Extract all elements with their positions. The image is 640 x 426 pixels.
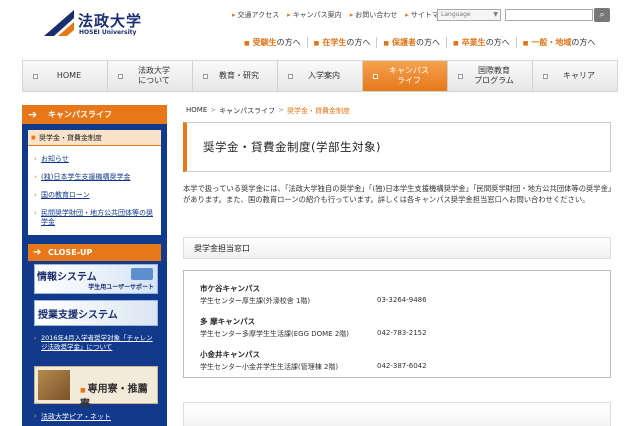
bullet-icon — [33, 74, 38, 79]
chevron-down-icon: ▼ — [493, 11, 498, 18]
university-logo[interactable]: 法政大学 HOSEI University — [44, 10, 164, 38]
campus-name-tama: 多 摩キャンパス — [200, 317, 256, 326]
sidebar-item-selected[interactable]: 奨学金・貸費金制度 — [28, 130, 161, 146]
banner-title: 情報システム — [37, 272, 97, 283]
breadcrumb-separator: > — [278, 106, 284, 114]
office-koganei: 学生センター小金井学生生活課(管理棟 2階) — [200, 363, 339, 371]
nav-item-about[interactable]: 法政大学 について — [108, 61, 193, 91]
banner-dormitory[interactable]: 専用寮・推薦寮 — [34, 366, 158, 410]
nav-item-international[interactable]: 国際教育 プログラム — [448, 61, 533, 91]
page-title: 奨学金・貸費金制度(学部生対象) — [203, 140, 381, 154]
search-button[interactable]: ⌕ — [594, 8, 610, 22]
logo-mark-icon — [44, 10, 74, 36]
util-link-campus[interactable]: キャンパス案内 — [287, 10, 342, 20]
util-link-contact[interactable]: お問い合わせ — [350, 10, 397, 20]
bullet-icon — [458, 74, 463, 79]
campus-name-koganei: 小金井キャンパス — [200, 350, 260, 359]
campus-name-ichigaya: 市ケ谷キャンパス — [200, 284, 260, 293]
breadcrumb-home[interactable]: HOME — [186, 106, 207, 116]
bullet-icon — [203, 74, 208, 79]
banner-class-support[interactable]: 授業支援システム — [34, 300, 158, 326]
nav-item-career[interactable]: キャリア — [533, 61, 617, 91]
banner-subtitle: 学生用ユーザーサポート — [88, 284, 154, 291]
audience-link-alumni[interactable]: 卒業生の方へ — [446, 37, 516, 48]
nav-item-admissions[interactable]: 入学案内 — [278, 61, 363, 91]
bullet-icon — [118, 74, 123, 79]
bullet-icon — [288, 74, 293, 79]
computer-icon — [131, 268, 153, 280]
search-input[interactable] — [505, 9, 593, 21]
audience-link-students[interactable]: 在学生の方へ — [306, 37, 377, 48]
office-tama: 学生センター多摩学生生活課(EGG DOME 2階) — [200, 330, 349, 338]
language-select[interactable]: Language ▼ — [437, 9, 501, 21]
breadcrumb-current: 奨学金・貸費金制度 — [287, 107, 350, 115]
tel-koganei: 042-387-6042 — [377, 362, 427, 370]
closeup-header: ➔ CLOSE-UP — [28, 244, 161, 261]
audience-link-parents[interactable]: 保護者の方へ — [376, 37, 446, 48]
office-ichigaya: 学生センター厚生課(外濠校舎 1階) — [200, 297, 311, 305]
arrow-right-icon: ➔ — [28, 108, 38, 121]
bullet-icon — [543, 74, 548, 79]
audience-link-applicants[interactable]: 受験生の方へ — [238, 37, 307, 48]
sidebar-item-news[interactable]: お知らせ — [34, 155, 158, 164]
nav-item-education[interactable]: 教育・研究 — [193, 61, 278, 91]
util-link-access[interactable]: 交通アクセス — [232, 10, 280, 20]
sidebar-item-private[interactable]: 民間奨学財団・地方公共団体等の奨学金 — [34, 209, 158, 227]
audience-link-public[interactable]: 一般・地域の方へ — [515, 37, 602, 48]
logo-text-en: HOSEI University — [79, 29, 137, 36]
bullet-icon — [373, 74, 378, 79]
main-nav: HOME 法政大学 について 教育・研究 入学案内 キャンパス ライフ 国際教育 プロ… — [22, 60, 618, 92]
audience-links: 受験生の方へ 在学生の方へ 保護者の方へ 卒業生の方へ 一般・地域の方へ — [238, 37, 601, 48]
closeup-peer-net-link[interactable]: 法政大学ピア・ネット — [34, 412, 158, 422]
arrow-right-icon: ➔ — [33, 247, 42, 258]
breadcrumb: HOME > キャンパスライフ > 奨学金・貸費金制度 — [186, 106, 350, 116]
banner-info-system[interactable]: 情報システム 学生用ユーザーサポート — [34, 264, 158, 294]
dormitory-photo — [38, 370, 70, 400]
banner-title: 専用寮・推薦寮 — [80, 380, 157, 410]
utility-links: 交通アクセス キャンパス案内 お問い合わせ サイトマップ — [232, 10, 453, 20]
section-title: 奨学金担当窓口 — [194, 244, 250, 253]
sidebar-title[interactable]: ➔ キャンパスライフ — [22, 105, 167, 124]
breadcrumb-separator: > — [210, 106, 217, 114]
language-select-label: Language — [441, 11, 471, 18]
intro-text: 本学で扱っている奨学金には、「法政大学独自の奨学金」「(独)日本学生支援機構奨学… — [183, 184, 612, 204]
sidebar-item-loan[interactable]: 国の教育ローン — [34, 191, 158, 200]
closeup-news-link[interactable]: 2016年4月入学者奨学対象「チャレンジ法政奨学金」について — [34, 334, 158, 352]
tel-tama: 042-783-2152 — [377, 329, 427, 337]
search-icon: ⌕ — [599, 10, 605, 20]
banner-title: 授業支援システム — [38, 310, 118, 321]
sidebar-item-jasso[interactable]: (独)日本学生支援機構奨学金 — [34, 173, 158, 182]
nav-item-home[interactable]: HOME — [23, 61, 108, 91]
next-section-box — [183, 402, 611, 426]
sidebar-links: お知らせ (独)日本学生支援機構奨学金 国の教育ローン 民間奨学財団・地方公共団… — [34, 155, 158, 236]
nav-item-campus-life[interactable]: キャンパス ライフ — [363, 61, 448, 91]
breadcrumb-parent[interactable]: キャンパスライフ — [219, 106, 275, 116]
logo-text-ja: 法政大学 — [78, 12, 143, 30]
tel-ichigaya: 03-3264-9486 — [377, 296, 427, 304]
